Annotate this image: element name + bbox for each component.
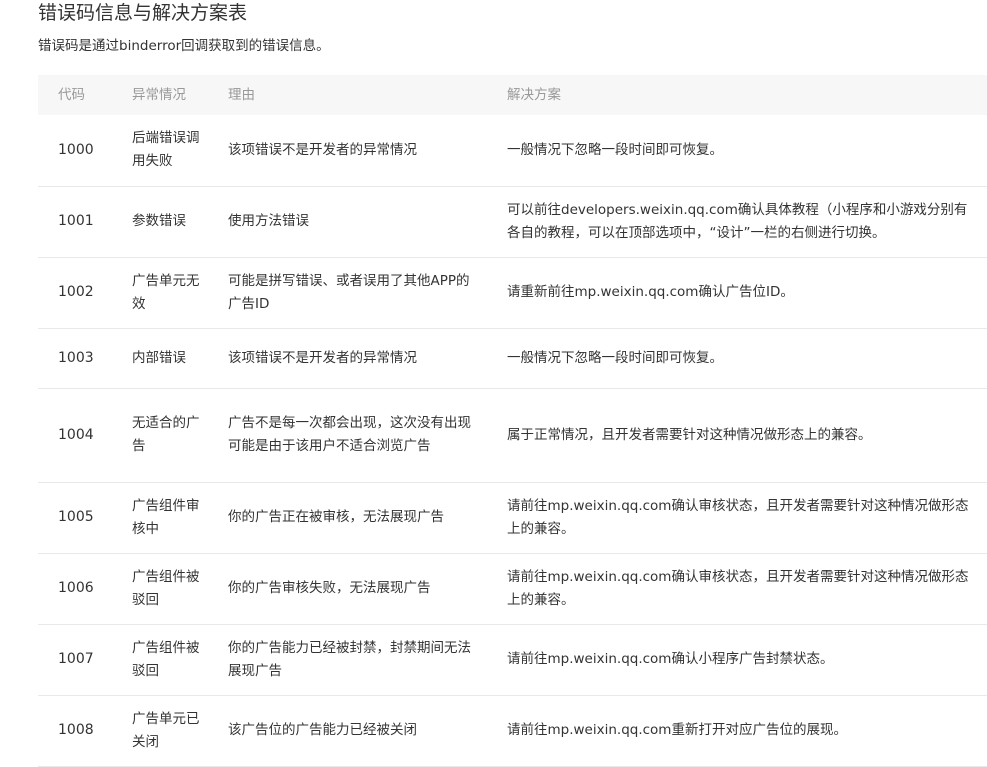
cell-solution: 请前往mp.weixin.qq.com确认审核状态，且开发者需要针对这种情况做形… (489, 553, 987, 625)
cell-code: 1003 (38, 328, 114, 389)
header-code: 代码 (38, 75, 114, 115)
cell-code: 1001 (38, 186, 114, 258)
table-row: 1003 内部错误 该项错误不是开发者的异常情况 一般情况下忽略一段时间即可恢复… (38, 328, 987, 389)
table-row: 1008 广告单元已关闭 该广告位的广告能力已经被关闭 请前往mp.weixin… (38, 695, 987, 767)
cell-code: 1002 (38, 257, 114, 329)
table-row: 1005 广告组件审核中 你的广告正在被审核，无法展现广告 请前往mp.weix… (38, 482, 987, 554)
cell-reason: 你的广告正在被审核，无法展现广告 (210, 482, 489, 554)
error-code-table: 代码 异常情况 理由 解决方案 1000 后端错误调用失败 该项错误不是开发者的… (38, 75, 987, 767)
table-body: 1000 后端错误调用失败 该项错误不是开发者的异常情况 一般情况下忽略一段时间… (38, 115, 987, 767)
table-row: 1004 无适合的广告 广告不是每一次都会出现，这次没有出现可能是由于该用户不适… (38, 388, 987, 483)
cell-reason: 广告不是每一次都会出现，这次没有出现可能是由于该用户不适合浏览广告 (210, 388, 489, 483)
cell-reason: 该项错误不是开发者的异常情况 (210, 115, 489, 187)
cell-code: 1004 (38, 388, 114, 483)
cell-reason: 该广告位的广告能力已经被关闭 (210, 695, 489, 767)
table-row: 1002 广告单元无效 可能是拼写错误、或者误用了其他APP的广告ID 请重新前… (38, 257, 987, 329)
cell-solution: 请前往mp.weixin.qq.com重新打开对应广告位的展现。 (489, 695, 987, 767)
table-row: 1007 广告组件被驳回 你的广告能力已经被封禁，封禁期间无法展现广告 请前往m… (38, 624, 987, 696)
cell-solution: 一般情况下忽略一段时间即可恢复。 (489, 328, 987, 389)
page-title: 错误码信息与解决方案表 (38, 2, 248, 24)
cell-code: 1008 (38, 695, 114, 767)
cell-situation: 后端错误调用失败 (114, 115, 210, 187)
cell-reason: 该项错误不是开发者的异常情况 (210, 328, 489, 389)
cell-situation: 广告单元已关闭 (114, 695, 210, 767)
cell-situation: 广告组件被驳回 (114, 553, 210, 625)
cell-reason: 可能是拼写错误、或者误用了其他APP的广告ID (210, 257, 489, 329)
table-row: 1001 参数错误 使用方法错误 可以前往developers.weixin.q… (38, 186, 987, 258)
cell-solution: 可以前往developers.weixin.qq.com确认具体教程（小程序和小… (489, 186, 987, 258)
table-header: 代码 异常情况 理由 解决方案 (38, 75, 987, 115)
cell-reason: 使用方法错误 (210, 186, 489, 258)
page-description: 错误码是通过binderror回调获取到的错误信息。 (38, 38, 330, 54)
table-row: 1000 后端错误调用失败 该项错误不是开发者的异常情况 一般情况下忽略一段时间… (38, 115, 987, 187)
cell-code: 1005 (38, 482, 114, 554)
cell-situation: 参数错误 (114, 186, 210, 258)
header-situation: 异常情况 (114, 75, 210, 115)
table-row: 1006 广告组件被驳回 你的广告审核失败，无法展现广告 请前往mp.weixi… (38, 553, 987, 625)
cell-code: 1007 (38, 624, 114, 696)
cell-code: 1000 (38, 115, 114, 187)
header-solution: 解决方案 (489, 75, 987, 115)
cell-situation: 广告组件审核中 (114, 482, 210, 554)
cell-reason: 你的广告审核失败，无法展现广告 (210, 553, 489, 625)
cell-solution: 属于正常情况，且开发者需要针对这种情况做形态上的兼容。 (489, 388, 987, 483)
cell-solution: 请前往mp.weixin.qq.com确认小程序广告封禁状态。 (489, 624, 987, 696)
cell-solution: 请前往mp.weixin.qq.com确认审核状态，且开发者需要针对这种情况做形… (489, 482, 987, 554)
cell-situation: 广告组件被驳回 (114, 624, 210, 696)
cell-code: 1006 (38, 553, 114, 625)
page: 错误码信息与解决方案表 错误码是通过binderror回调获取到的错误信息。 代… (0, 0, 987, 767)
cell-solution: 一般情况下忽略一段时间即可恢复。 (489, 115, 987, 187)
cell-solution: 请重新前往mp.weixin.qq.com确认广告位ID。 (489, 257, 987, 329)
cell-situation: 广告单元无效 (114, 257, 210, 329)
cell-reason: 你的广告能力已经被封禁，封禁期间无法展现广告 (210, 624, 489, 696)
header-reason: 理由 (210, 75, 489, 115)
cell-situation: 无适合的广告 (114, 388, 210, 483)
cell-situation: 内部错误 (114, 328, 210, 389)
table-header-row: 代码 异常情况 理由 解决方案 (38, 75, 987, 115)
